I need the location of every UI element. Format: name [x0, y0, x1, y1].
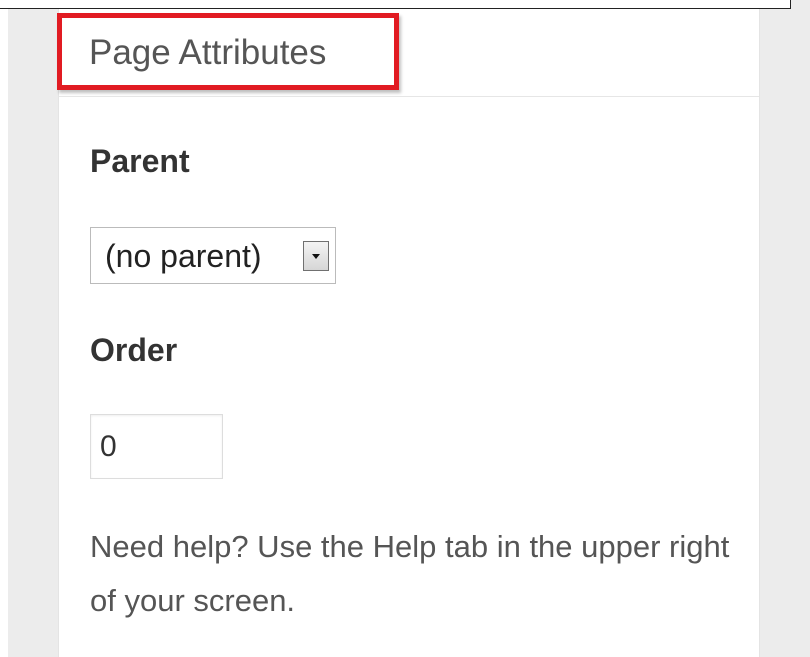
help-text: Need help? Use the Help tab in the upper…: [90, 529, 730, 618]
chevron-down-icon[interactable]: [303, 241, 329, 271]
top-frame-border: [0, 0, 791, 9]
parent-select[interactable]: (no parent): [90, 227, 336, 284]
order-label: Order: [90, 332, 178, 368]
title-highlight-annotation: [57, 13, 399, 90]
order-input[interactable]: [90, 414, 223, 479]
parent-select-value: (no parent): [105, 238, 262, 274]
parent-label: Parent: [90, 143, 190, 179]
